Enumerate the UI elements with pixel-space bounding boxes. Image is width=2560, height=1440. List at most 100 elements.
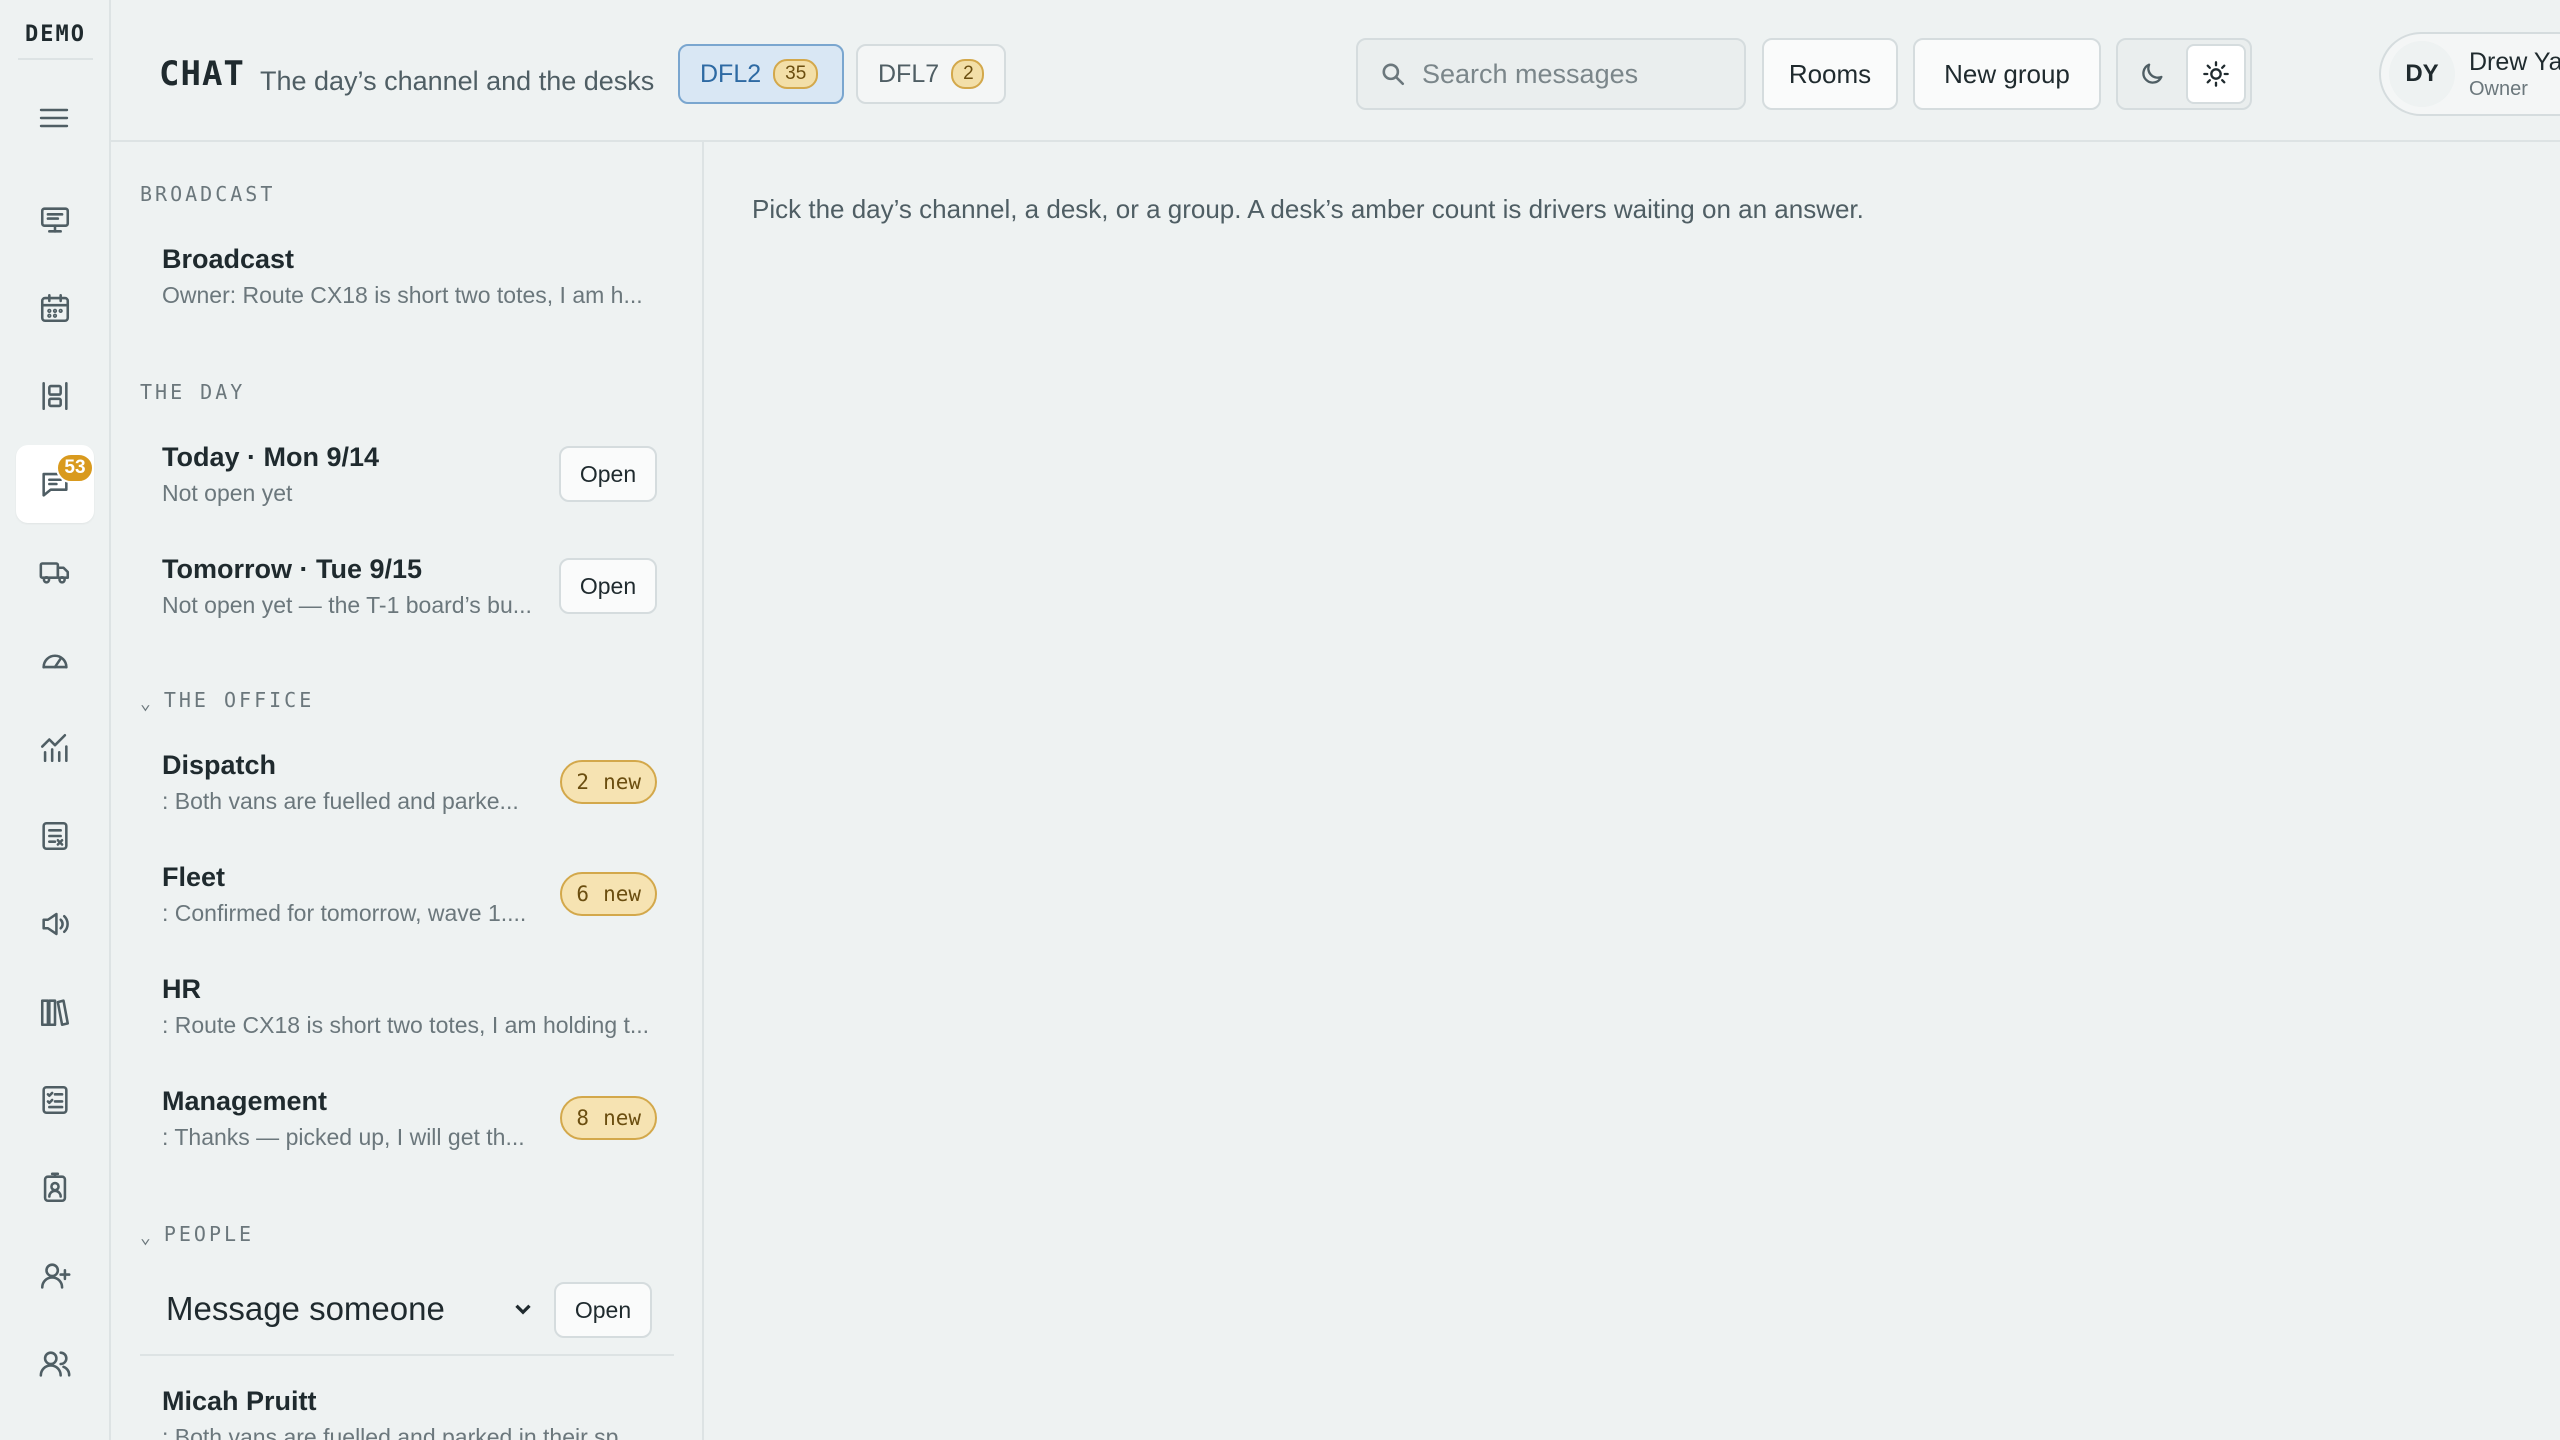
- chevron-down-icon: ⌄: [140, 1227, 154, 1248]
- section-people[interactable]: ⌄ PEOPLE: [140, 1222, 254, 1248]
- open-tomorrow-button[interactable]: Open: [559, 558, 657, 614]
- section-the-day: THE DAY: [140, 380, 246, 404]
- channel-list: BROADCAST Broadcast Owner: Route CX18 is…: [111, 142, 704, 1440]
- open-dm-button[interactable]: Open: [554, 1282, 652, 1338]
- logo-divider: [18, 58, 93, 60]
- page-title: CHAT: [159, 54, 245, 94]
- channel-tomorrow[interactable]: Tomorrow · Tue 9/15 Not open yet — the T…: [129, 542, 679, 642]
- users-icon: [39, 1351, 71, 1377]
- search-field[interactable]: [1356, 38, 1746, 110]
- board-icon: [42, 381, 68, 411]
- megaphone-icon: [42, 912, 69, 936]
- open-today-button[interactable]: Open: [559, 446, 657, 502]
- channel-name: Micah Pruitt: [162, 1386, 317, 1416]
- rooms-button[interactable]: Rooms: [1762, 38, 1898, 110]
- sun-icon: [2203, 61, 2229, 87]
- channel-name: Fleet: [162, 862, 226, 892]
- user-add-icon: [40, 1263, 71, 1289]
- unread-count: 8: [576, 1106, 590, 1130]
- presentation-icon: [40, 207, 70, 233]
- nav-add-user[interactable]: [16, 1237, 94, 1315]
- dark-theme-option[interactable]: [2122, 44, 2182, 104]
- nav-analytics[interactable]: [16, 709, 94, 787]
- unread-word: new: [603, 770, 641, 794]
- channel-dispatch[interactable]: Dispatch : Both vans are fuelled and par…: [129, 738, 679, 838]
- menu-icon: [39, 108, 69, 128]
- user-role: Owner: [2469, 78, 2528, 100]
- new-group-button[interactable]: New group: [1913, 38, 2101, 110]
- channel-name: Dispatch: [162, 750, 277, 780]
- unread-count: 2: [576, 770, 590, 794]
- channel-today[interactable]: Today · Mon 9/14 Not open yet Open: [129, 430, 679, 530]
- nav-presentation[interactable]: [16, 181, 94, 259]
- channel-preview: : Both vans are fuelled and parked in th…: [162, 1424, 638, 1440]
- unread-count: 6: [576, 882, 590, 906]
- user-name: Drew Yates: [2469, 48, 2560, 76]
- avatar: DY: [2389, 41, 2455, 107]
- channel-preview: Owner: Route CX18 is short two totes, I …: [162, 282, 643, 308]
- user-info: Drew Yates Owner: [2469, 47, 2560, 101]
- unread-badge: 6 new: [560, 872, 657, 916]
- channel-name: Broadcast: [162, 244, 295, 274]
- nav-team[interactable]: [16, 1325, 94, 1403]
- chevron-down-icon: ⌄: [140, 693, 154, 714]
- channel-preview: : Route CX18 is short two totes, I am ho…: [162, 1012, 650, 1038]
- top-bar: CHAT The day’s channel and the desks DFL…: [111, 0, 2560, 142]
- light-theme-option[interactable]: [2185, 44, 2246, 104]
- site-tab-label: DFL7: [878, 59, 940, 88]
- channel-management[interactable]: Management : Thanks — picked up, I will …: [129, 1074, 679, 1174]
- search-icon: [1382, 63, 1405, 86]
- theme-toggle: [2116, 38, 2252, 110]
- user-menu[interactable]: DY Drew Yates Owner: [2379, 32, 2560, 116]
- person-select[interactable]: Message someone: [140, 1276, 540, 1342]
- channel-preview: : Both vans are fuelled and parke...: [162, 788, 519, 814]
- channel-name: HR: [162, 974, 201, 1004]
- menu-toggle-button[interactable]: [34, 100, 74, 136]
- nav-fleet[interactable]: [16, 533, 94, 611]
- chart-icon: [40, 733, 68, 763]
- unread-badge: 2 new: [560, 760, 657, 804]
- section-label-text: THE OFFICE: [163, 688, 315, 712]
- nav-calendar[interactable]: [16, 269, 94, 347]
- site-tab-dfl2[interactable]: DFL2 35: [678, 44, 844, 104]
- site-tab-dfl7[interactable]: DFL7 2: [856, 44, 1006, 104]
- page-subtitle: The day’s channel and the desks: [260, 66, 655, 96]
- channel-name: Today · Mon 9/14: [162, 442, 380, 472]
- channel-fleet[interactable]: Fleet : Confirmed for tomorrow, wave 1..…: [129, 850, 679, 950]
- person-select-value: Message someone: [166, 1290, 445, 1327]
- channel-hr[interactable]: HR : Route CX18 is short two totes, I am…: [129, 962, 679, 1062]
- nav-announcements[interactable]: [16, 885, 94, 963]
- channel-person-micah-pruitt[interactable]: Micah Pruitt : Both vans are fuelled and…: [129, 1374, 679, 1440]
- unread-badge: 8 new: [560, 1096, 657, 1140]
- library-icon: [40, 999, 70, 1027]
- channel-preview: Not open yet — the T-1 board’s bu...: [162, 592, 532, 618]
- channel-preview: : Thanks — picked up, I will get th...: [162, 1124, 525, 1150]
- channel-broadcast[interactable]: Broadcast Owner: Route CX18 is short two…: [129, 232, 679, 332]
- nav-performance[interactable]: [16, 621, 94, 699]
- empty-state-hint: Pick the day’s channel, a desk, or a gro…: [752, 194, 1864, 224]
- channel-preview: Not open yet: [162, 480, 293, 506]
- site-tab-label: DFL2: [700, 59, 762, 88]
- section-the-office[interactable]: ⌄ THE OFFICE: [140, 688, 315, 714]
- nav-badges[interactable]: [16, 1149, 94, 1227]
- site-tab-count: 35: [773, 59, 819, 89]
- search-input[interactable]: [1422, 58, 1742, 90]
- chat-unread-badge: 53: [56, 453, 94, 483]
- nav-reports[interactable]: [16, 797, 94, 875]
- nav-board[interactable]: [16, 357, 94, 435]
- nav-checklists[interactable]: [16, 1061, 94, 1139]
- message-someone-row: Message someone Open: [140, 1276, 674, 1356]
- channel-preview: : Confirmed for tomorrow, wave 1....: [162, 900, 527, 926]
- app-logo: DEMO: [25, 22, 86, 47]
- nav-chat[interactable]: 53: [16, 445, 94, 523]
- unread-word: new: [603, 882, 641, 906]
- unread-word: new: [603, 1106, 641, 1130]
- badge-icon: [43, 1172, 67, 1203]
- channel-name: Tomorrow · Tue 9/15: [162, 554, 423, 584]
- moon-icon: [2142, 63, 2163, 84]
- site-tab-count: 2: [951, 59, 984, 89]
- checklist-icon: [42, 1085, 68, 1115]
- nav-library[interactable]: [16, 973, 94, 1051]
- truck-icon: [39, 562, 70, 584]
- gauge-icon: [42, 654, 68, 669]
